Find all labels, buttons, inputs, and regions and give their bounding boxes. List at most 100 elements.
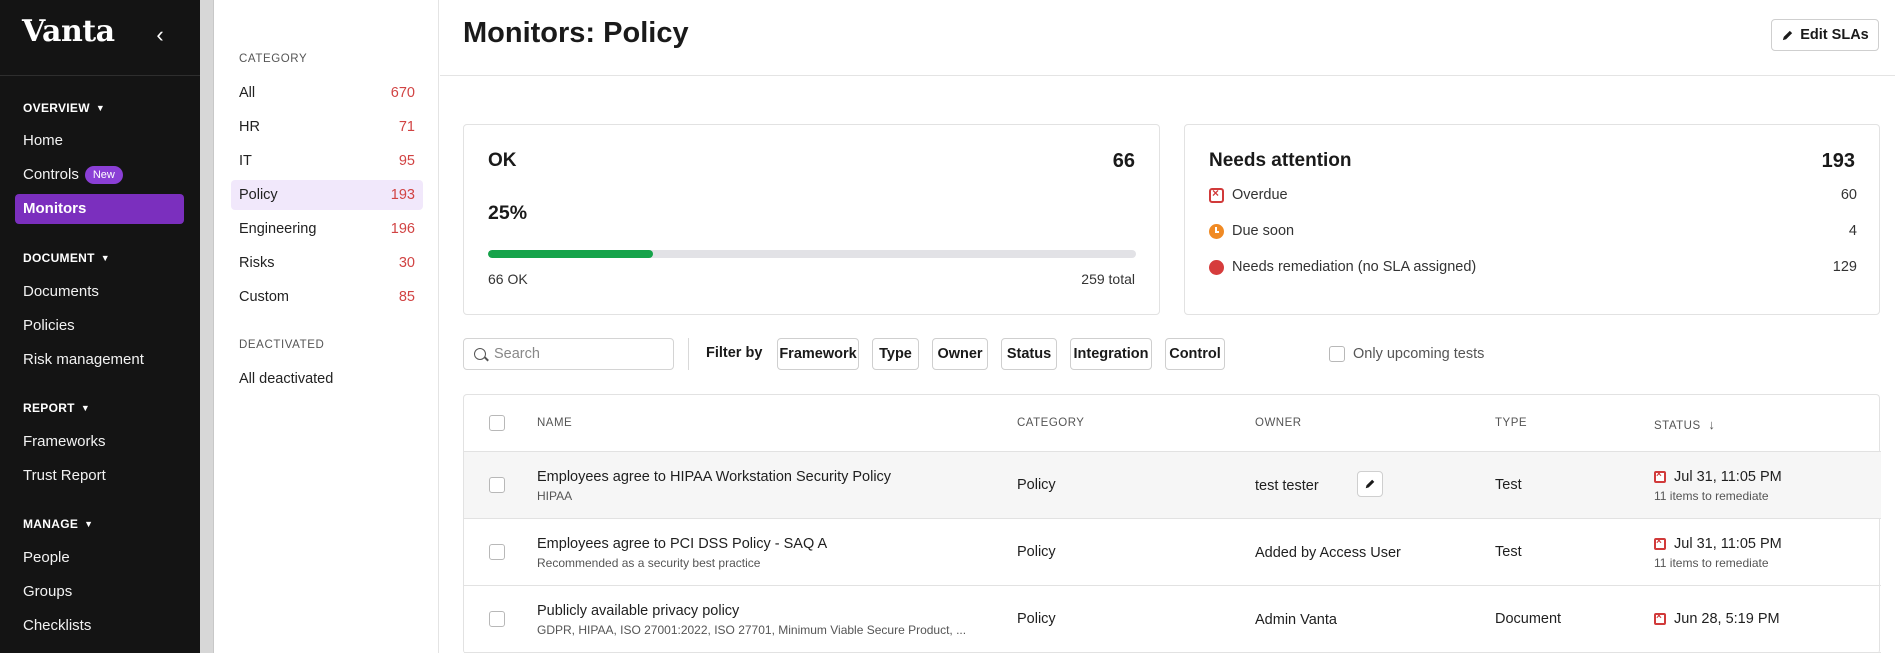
- section-document[interactable]: DOCUMENT ▼: [23, 251, 110, 265]
- due-soon-label: Due soon: [1232, 223, 1295, 239]
- row-status-detail: 11 items to remediate: [1654, 489, 1769, 503]
- section-label: DOCUMENT: [23, 251, 95, 265]
- category-it[interactable]: IT 95: [231, 146, 423, 176]
- row-checkbox[interactable]: [489, 544, 505, 560]
- due-soon-row[interactable]: Due soon 4: [1209, 221, 1857, 241]
- filter-by-label: Filter by: [706, 345, 763, 361]
- only-upcoming-toggle[interactable]: Only upcoming tests: [1329, 346, 1484, 362]
- nav-groups[interactable]: Groups: [15, 577, 184, 607]
- ok-count-label: 66 OK: [488, 271, 528, 287]
- search-box[interactable]: [463, 338, 674, 370]
- row-type: Test: [1495, 544, 1522, 560]
- nav-trust-report[interactable]: Trust Report: [15, 461, 184, 491]
- sidebar-scroll-edge: [200, 0, 214, 653]
- ok-summary-card: OK 66 25% 66 OK 259 total: [463, 124, 1160, 315]
- row-name[interactable]: Publicly available privacy policy: [537, 603, 739, 619]
- row-category: Policy: [1017, 611, 1056, 627]
- red-dot-icon: [1209, 259, 1224, 275]
- ok-progress-fill: [488, 250, 654, 258]
- table-row[interactable]: Employees agree to PCI DSS Policy - SAQ …: [464, 519, 1881, 586]
- vanta-logo[interactable]: Vanta: [22, 14, 115, 49]
- select-all-checkbox[interactable]: [489, 415, 505, 431]
- ok-title: OK: [488, 150, 517, 171]
- category-policy[interactable]: Policy 193: [231, 180, 423, 210]
- category-count: 95: [398, 153, 415, 169]
- filter-control-button[interactable]: Control: [1165, 338, 1225, 370]
- clock-icon: [1209, 223, 1224, 239]
- column-name[interactable]: NAME: [537, 417, 572, 429]
- nav-checklists[interactable]: Checklists: [15, 611, 184, 641]
- category-label: IT: [239, 153, 252, 169]
- section-label: REPORT: [23, 401, 75, 415]
- column-type[interactable]: TYPE: [1495, 417, 1527, 429]
- category-label: Custom: [239, 289, 289, 305]
- filter-type-button[interactable]: Type: [872, 338, 919, 370]
- category-count: 30: [398, 255, 415, 271]
- overdue-value: 60: [1840, 187, 1857, 203]
- search-input[interactable]: [494, 346, 654, 362]
- column-status[interactable]: STATUS ↓: [1654, 417, 1715, 432]
- edit-owner-button[interactable]: [1357, 471, 1383, 497]
- section-report[interactable]: REPORT ▼: [23, 401, 90, 415]
- table-row[interactable]: Publicly available privacy policy GDPR, …: [464, 586, 1881, 653]
- column-owner[interactable]: OWNER: [1255, 417, 1302, 429]
- column-category[interactable]: CATEGORY: [1017, 417, 1084, 429]
- sort-arrow-icon[interactable]: ↓: [1708, 417, 1715, 432]
- pencil-icon: [1365, 479, 1375, 489]
- table-row[interactable]: Employees agree to HIPAA Workstation Sec…: [464, 452, 1881, 519]
- category-all-deactivated[interactable]: All deactivated: [231, 364, 423, 394]
- nav-documents[interactable]: Documents: [15, 277, 184, 307]
- filter-status-button[interactable]: Status: [1001, 338, 1057, 370]
- category-label: Engineering: [239, 221, 317, 237]
- filter-owner-button[interactable]: Owner: [932, 338, 988, 370]
- filter-integration-button[interactable]: Integration: [1070, 338, 1152, 370]
- needs-remediation-row[interactable]: Needs remediation (no SLA assigned) 129: [1209, 257, 1857, 277]
- new-badge: New: [84, 166, 123, 185]
- row-status: Jul 31, 11:05 PM: [1674, 536, 1782, 552]
- nav-people[interactable]: People: [15, 543, 184, 573]
- nav-risk-management[interactable]: Risk management: [15, 345, 184, 375]
- filter-framework-button[interactable]: Framework: [777, 338, 859, 370]
- row-name[interactable]: Employees agree to HIPAA Workstation Sec…: [537, 469, 891, 485]
- row-checkbox[interactable]: [489, 477, 505, 493]
- page-title: Monitors: Policy: [463, 17, 689, 49]
- nav-controls[interactable]: Controls New: [15, 160, 184, 190]
- calendar-x-icon: [1654, 536, 1666, 550]
- category-label: HR: [239, 119, 260, 135]
- only-upcoming-checkbox[interactable]: [1329, 346, 1345, 362]
- filter-divider: [688, 338, 689, 370]
- needs-attention-card: Needs attention 193 Overdue 60 Due soon …: [1184, 124, 1880, 315]
- row-name[interactable]: Employees agree to PCI DSS Policy - SAQ …: [537, 536, 827, 552]
- category-count: 71: [398, 119, 415, 135]
- category-hr[interactable]: HR 71: [231, 112, 423, 142]
- row-frameworks: HIPAA: [537, 489, 573, 503]
- category-label: Policy: [239, 187, 278, 203]
- needs-remediation-value: 129: [1832, 259, 1857, 275]
- section-manage[interactable]: MANAGE ▼: [23, 517, 93, 531]
- nav-frameworks[interactable]: Frameworks: [15, 427, 184, 457]
- category-label: All deactivated: [239, 371, 334, 387]
- row-frameworks: Recommended as a security best practice: [537, 556, 761, 570]
- row-checkbox[interactable]: [489, 611, 505, 627]
- nav-monitors[interactable]: Monitors: [15, 194, 184, 224]
- pencil-icon: [1783, 30, 1793, 40]
- category-all[interactable]: All 670: [231, 78, 423, 108]
- category-engineering[interactable]: Engineering 196: [231, 214, 423, 244]
- needs-attention-count: 193: [1821, 150, 1855, 172]
- edit-slas-button[interactable]: Edit SLAs: [1771, 19, 1879, 51]
- row-category: Policy: [1017, 544, 1056, 560]
- nav-policies[interactable]: Policies: [15, 311, 184, 341]
- caret-down-icon: ▼: [100, 253, 110, 263]
- ok-progress-bar: [488, 250, 1136, 258]
- overdue-row[interactable]: Overdue 60: [1209, 185, 1857, 205]
- section-overview[interactable]: OVERVIEW ▼: [23, 101, 105, 115]
- category-risks[interactable]: Risks 30: [231, 248, 423, 278]
- needs-attention-title: Needs attention: [1209, 150, 1352, 171]
- category-custom[interactable]: Custom 85: [231, 282, 423, 312]
- category-count: 196: [390, 221, 415, 237]
- collapse-sidebar-icon[interactable]: ‹: [148, 20, 172, 50]
- nav-label: Controls: [23, 166, 79, 183]
- nav-home[interactable]: Home: [15, 126, 184, 156]
- row-type: Test: [1495, 477, 1522, 493]
- overdue-label: Overdue: [1232, 187, 1288, 203]
